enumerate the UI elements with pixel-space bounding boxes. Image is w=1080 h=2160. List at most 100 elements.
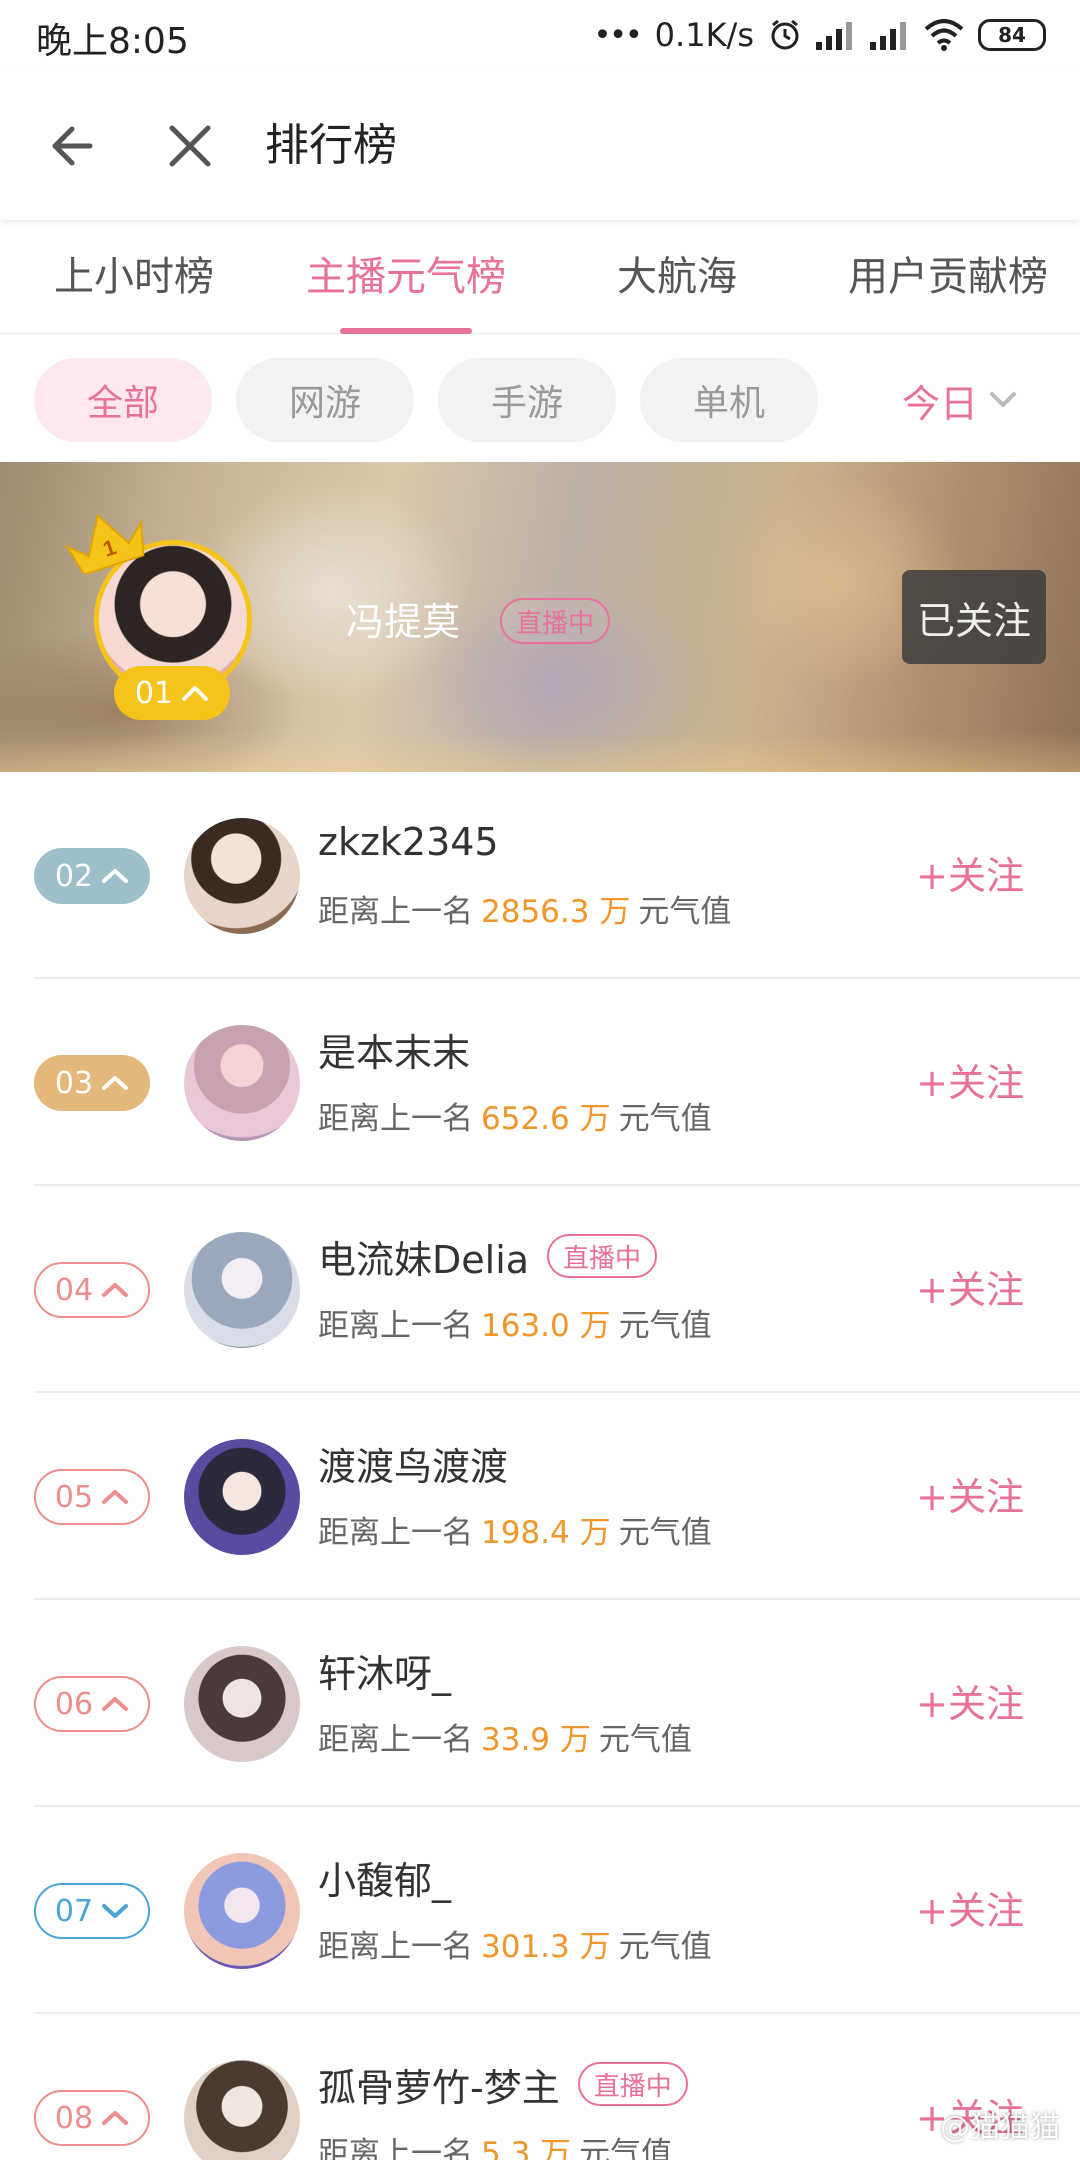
ranking-row-04[interactable]: 04 电流妹Delia 直播中 距离上一名 163.0 万元气值 +关注 [0,1186,1080,1393]
back-arrow-icon[interactable] [46,116,106,176]
rank-number: 02 [54,858,94,894]
ranking-tabs: 上小时榜 主播元气榜 大航海 用户贡献榜 [0,222,1080,334]
more-dots-icon: ••• [593,17,643,53]
gap-suffix: 元气值 [618,1929,712,1965]
chevron-down-icon [990,392,1016,407]
follow-button[interactable]: +关注 [916,1883,1024,1939]
rank-badge: 03 [34,1055,150,1111]
follow-button[interactable]: +关注 [916,1676,1024,1732]
streamer-name[interactable]: 电流妹Delia [318,1229,529,1284]
status-time: 晚上8:05 [36,21,189,62]
ranking-row-06[interactable]: 06 轩沐呀_ 距离上一名 33.9 万元气值 +关注 [0,1600,1080,1807]
signal-icon [816,22,852,50]
header-bar: 排行榜 [0,70,1080,220]
filter-chip-all[interactable]: 全部 [34,358,212,442]
status-bar: 晚上8:05 ••• 0.1K/s 84 [0,0,1080,70]
ranking-row-05[interactable]: 05 渡渡鸟渡渡 距离上一名 198.4 万元气值 +关注 [0,1393,1080,1600]
avatar[interactable] [184,1025,300,1141]
name-line: 是本末末 [318,1021,470,1077]
chevron-up-icon [182,686,209,701]
gap-prefix: 距离上一名 [318,1308,473,1344]
top-ranked-card[interactable]: 1 01 冯提莫 直播中 已关注 [0,462,1080,772]
gap-value: 2856.3 万 [481,894,631,930]
follow-button[interactable]: +关注 [916,848,1024,904]
wifi-icon [924,19,964,51]
rank-number: 03 [54,1065,94,1101]
category-filters: 全部 网游 手游 单机 今日 [0,334,1080,462]
gap-to-previous: 距离上一名 163.0 万元气值 [318,1300,712,1345]
gap-value: 198.4 万 [481,1515,611,1551]
page-title: 排行榜 [265,120,397,171]
follow-button[interactable]: +关注 [916,1055,1024,1111]
chevron-up-icon [102,1283,129,1297]
tab-streamer-energy[interactable]: 主播元气榜 [306,252,506,302]
gap-value: 5.3 万 [481,2136,572,2160]
date-range-dropdown[interactable]: 今日 [840,358,1080,442]
streamer-name[interactable]: 轩沐呀_ [318,1643,451,1698]
signal-icon-2 [870,22,906,50]
avatar[interactable] [184,1232,300,1348]
ranking-row-02[interactable]: 02 zkzk2345 距离上一名 2856.3 万元气值 +关注 [0,772,1080,979]
rank-number: 08 [54,2100,94,2136]
rank-badge: 08 [34,2090,150,2146]
ranking-row-08[interactable]: 08 孤骨萝竹-梦主 直播中 距离上一名 5.3 万元气值 +关注 [0,2014,1080,2160]
live-badge: 直播中 [577,2062,688,2106]
rank-number: 06 [54,1686,94,1722]
chevron-down-icon [102,1904,129,1918]
rank-badge: 05 [34,1469,150,1525]
filter-chip-single-player[interactable]: 单机 [640,358,818,442]
streamer-name[interactable]: 是本末末 [318,1022,470,1077]
gap-suffix: 元气值 [598,1722,692,1758]
ranking-row-03[interactable]: 03 是本末末 距离上一名 652.6 万元气值 +关注 [0,979,1080,1186]
avatar[interactable] [184,2060,300,2160]
rank-number: 01 [134,675,174,711]
name-line: 轩沐呀_ [318,1642,451,1698]
gap-value: 163.0 万 [481,1308,611,1344]
battery-icon: 84 [978,19,1046,51]
tab-voyage[interactable]: 大航海 [617,252,737,302]
gap-suffix: 元气值 [579,2136,673,2160]
streamer-name[interactable]: 冯提莫 [346,594,460,650]
gap-prefix: 距离上一名 [318,894,473,930]
close-icon[interactable] [160,116,220,176]
network-speed: 0.1K/s [654,16,754,54]
streamer-name[interactable]: zkzk2345 [318,820,499,864]
follow-button[interactable]: +关注 [916,1469,1024,1525]
tab-hourly[interactable]: 上小时榜 [54,252,214,302]
gap-prefix: 距离上一名 [318,2136,473,2160]
name-line: 孤骨萝竹-梦主 直播中 [318,2056,688,2112]
avatar[interactable] [184,818,300,934]
gap-prefix: 距离上一名 [318,1515,473,1551]
gap-suffix: 元气值 [618,1101,712,1137]
gap-to-previous: 距离上一名 5.3 万元气值 [318,2128,672,2160]
gap-prefix: 距离上一名 [318,1722,473,1758]
rank-number: 05 [54,1479,94,1515]
filter-chip-online-games[interactable]: 网游 [236,358,414,442]
name-line: 渡渡鸟渡渡 [318,1435,508,1491]
rank-badge: 02 [34,848,150,904]
watermark: @猫猫猫 [940,2110,1060,2145]
chevron-up-icon [102,2111,129,2125]
gap-to-previous: 距离上一名 198.4 万元气值 [318,1507,712,1552]
chevron-up-icon [102,1076,129,1090]
filter-chip-mobile-games[interactable]: 手游 [438,358,616,442]
avatar[interactable] [184,1853,300,1969]
name-line: 电流妹Delia 直播中 [318,1228,658,1284]
rank-badge: 04 [34,1262,150,1318]
followed-button[interactable]: 已关注 [902,570,1046,664]
live-badge: 直播中 [500,598,611,644]
streamer-name[interactable]: 渡渡鸟渡渡 [318,1436,508,1491]
ranking-row-07[interactable]: 07 小馥郁_ 距离上一名 301.3 万元气值 +关注 [0,1807,1080,2014]
tab-user-contribution[interactable]: 用户贡献榜 [848,252,1048,302]
name-line: zkzk2345 [318,814,499,870]
gap-suffix: 元气值 [618,1515,712,1551]
streamer-name[interactable]: 孤骨萝竹-梦主 [318,2057,560,2112]
gap-to-previous: 距离上一名 33.9 万元气值 [318,1714,692,1759]
streamer-name[interactable]: 小馥郁_ [318,1850,451,1905]
rank-badge: 01 [114,666,230,720]
avatar[interactable] [184,1439,300,1555]
rank-number: 07 [54,1893,94,1929]
gap-to-previous: 距离上一名 301.3 万元气值 [318,1921,712,1966]
follow-button[interactable]: +关注 [916,1262,1024,1318]
avatar[interactable] [184,1646,300,1762]
